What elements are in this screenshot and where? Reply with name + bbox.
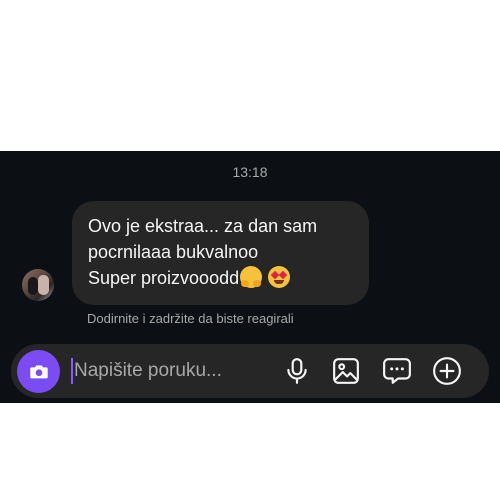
reaction-hint: Dodirnite i zadržite da biste reagirali — [87, 311, 294, 326]
plus-icon — [433, 357, 461, 385]
heart-eyes-icon — [268, 266, 291, 288]
add-button[interactable] — [432, 356, 462, 386]
message-composer — [11, 344, 489, 398]
message-input[interactable] — [72, 358, 264, 384]
camera-icon — [29, 364, 48, 378]
hugging-face-icon — [240, 266, 263, 288]
avatar[interactable] — [22, 269, 54, 301]
message-timestamp: 13:18 — [232, 164, 268, 180]
microphone-button[interactable] — [282, 356, 312, 386]
message-line: pocrnilaaa bukvalnoo — [88, 242, 259, 262]
sticker-icon — [383, 358, 411, 384]
image-button[interactable] — [331, 356, 361, 386]
message-bubble[interactable]: Ovo je ekstraa... za dan sam pocrnilaaa … — [72, 201, 369, 305]
microphone-icon — [287, 358, 307, 384]
message-line: Super proizvooodd — [88, 265, 353, 291]
image-icon — [333, 358, 359, 384]
camera-button[interactable] — [17, 350, 60, 393]
message-line: Ovo je ekstraa... za dan sam — [88, 216, 318, 236]
message-line-text: Super proizvooodd — [88, 268, 240, 288]
sticker-button[interactable] — [382, 356, 412, 386]
chat-panel: 13:18 Ovo je ekstraa... za dan sam pocrn… — [0, 151, 500, 403]
